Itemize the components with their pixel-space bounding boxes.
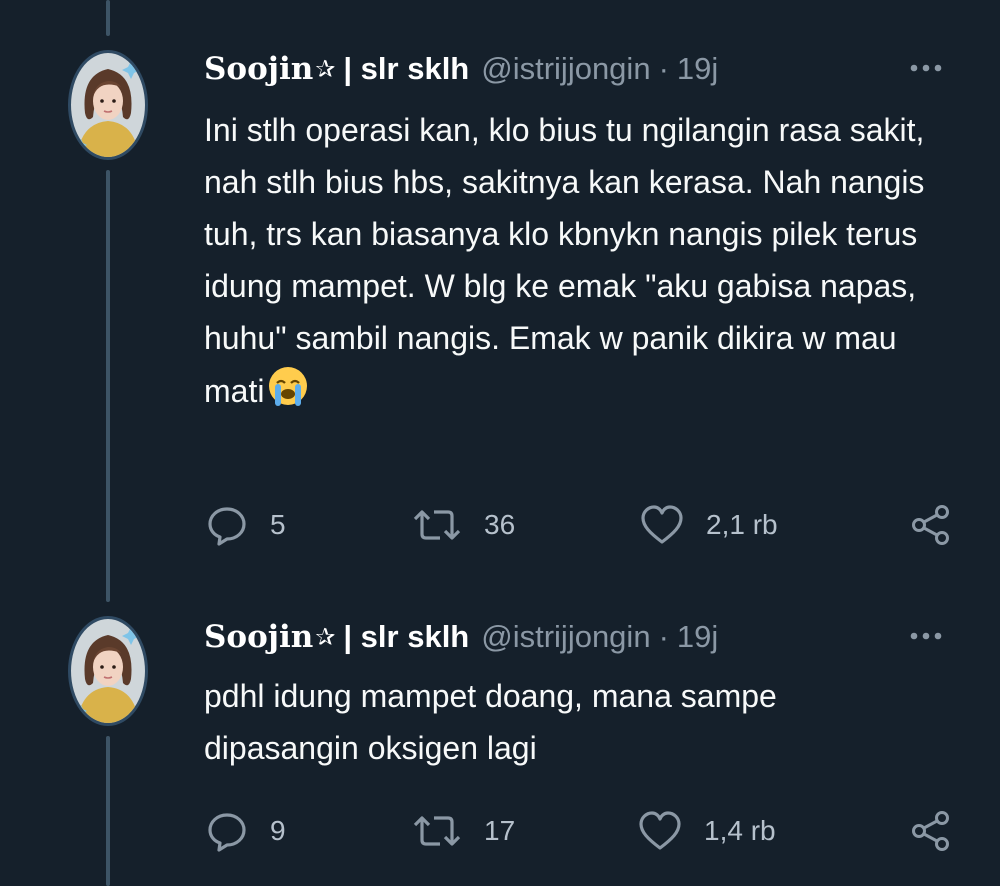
like-button[interactable]: 2,1 rb <box>640 500 778 550</box>
reply-button[interactable]: 9 <box>206 806 286 856</box>
timestamp[interactable]: 19j <box>677 51 718 87</box>
avatar[interactable] <box>68 50 148 160</box>
display-name[interactable]: Soojin✰ <box>204 51 335 87</box>
display-name[interactable]: Soojin✰ <box>204 619 335 655</box>
star-icon: ✰ <box>315 623 336 651</box>
tweet-text: Ini stlh operasi kan, klo bius tu ngilan… <box>204 104 964 417</box>
retweet-button[interactable]: 36 <box>412 500 515 550</box>
user-handle[interactable]: @istrijjongin <box>481 51 650 87</box>
more-horizontal-icon[interactable] <box>908 56 944 80</box>
loudly-crying-face-icon <box>269 367 308 406</box>
avatar-photo <box>71 619 145 723</box>
retweet-count: 17 <box>484 815 516 846</box>
reply-count: 5 <box>270 509 286 540</box>
retweet-icon <box>413 510 461 540</box>
display-name-suffix[interactable]: | slr sklh <box>343 51 469 87</box>
avatar[interactable] <box>68 616 148 726</box>
like-count: 2,1 rb <box>706 509 778 540</box>
tweet-actions: 9 17 1,4 rb <box>0 806 1000 856</box>
share-icon <box>912 505 949 545</box>
retweet-button[interactable]: 17 <box>412 806 515 856</box>
heart-icon <box>639 811 681 850</box>
like-count: 1,4 rb <box>704 815 776 846</box>
timestamp[interactable]: 19j <box>677 619 718 655</box>
tweet-header: Soojin✰ | slr sklh @istrijjongin · 19j <box>204 44 964 94</box>
tweet-text-body: Ini stlh operasi kan, klo bius tu ngilan… <box>204 112 934 409</box>
avatar-photo <box>71 53 145 157</box>
retweet-count: 36 <box>484 509 516 540</box>
reply-icon <box>208 507 246 546</box>
tweet-actions: 5 36 2,1 rb <box>0 500 1000 550</box>
share-button[interactable] <box>910 806 974 856</box>
reply-icon <box>208 813 246 852</box>
share-icon <box>912 811 949 851</box>
display-name-suffix[interactable]: | slr sklh <box>343 619 469 655</box>
like-button[interactable]: 1,4 rb <box>638 806 776 856</box>
retweet-icon <box>413 816 461 846</box>
user-handle[interactable]: @istrijjongin <box>481 619 650 655</box>
share-button[interactable] <box>910 500 974 550</box>
tweet-header: Soojin✰ | slr sklh @istrijjongin · 19j <box>204 612 964 662</box>
star-icon: ✰ <box>315 55 336 83</box>
reply-button[interactable]: 5 <box>206 500 286 550</box>
reply-count: 9 <box>270 815 286 846</box>
separator-dot: · <box>658 619 669 654</box>
separator-dot: · <box>658 51 669 86</box>
tweet-1[interactable]: Soojin✰ | slr sklh @istrijjongin · 19j I… <box>0 0 1000 600</box>
heart-icon <box>641 505 683 544</box>
tweet-2[interactable]: Soojin✰ | slr sklh @istrijjongin · 19j p… <box>0 600 1000 886</box>
more-horizontal-icon[interactable] <box>908 624 944 648</box>
tweet-text: pdhl idung mampet doang, mana sampe dipa… <box>204 678 786 766</box>
